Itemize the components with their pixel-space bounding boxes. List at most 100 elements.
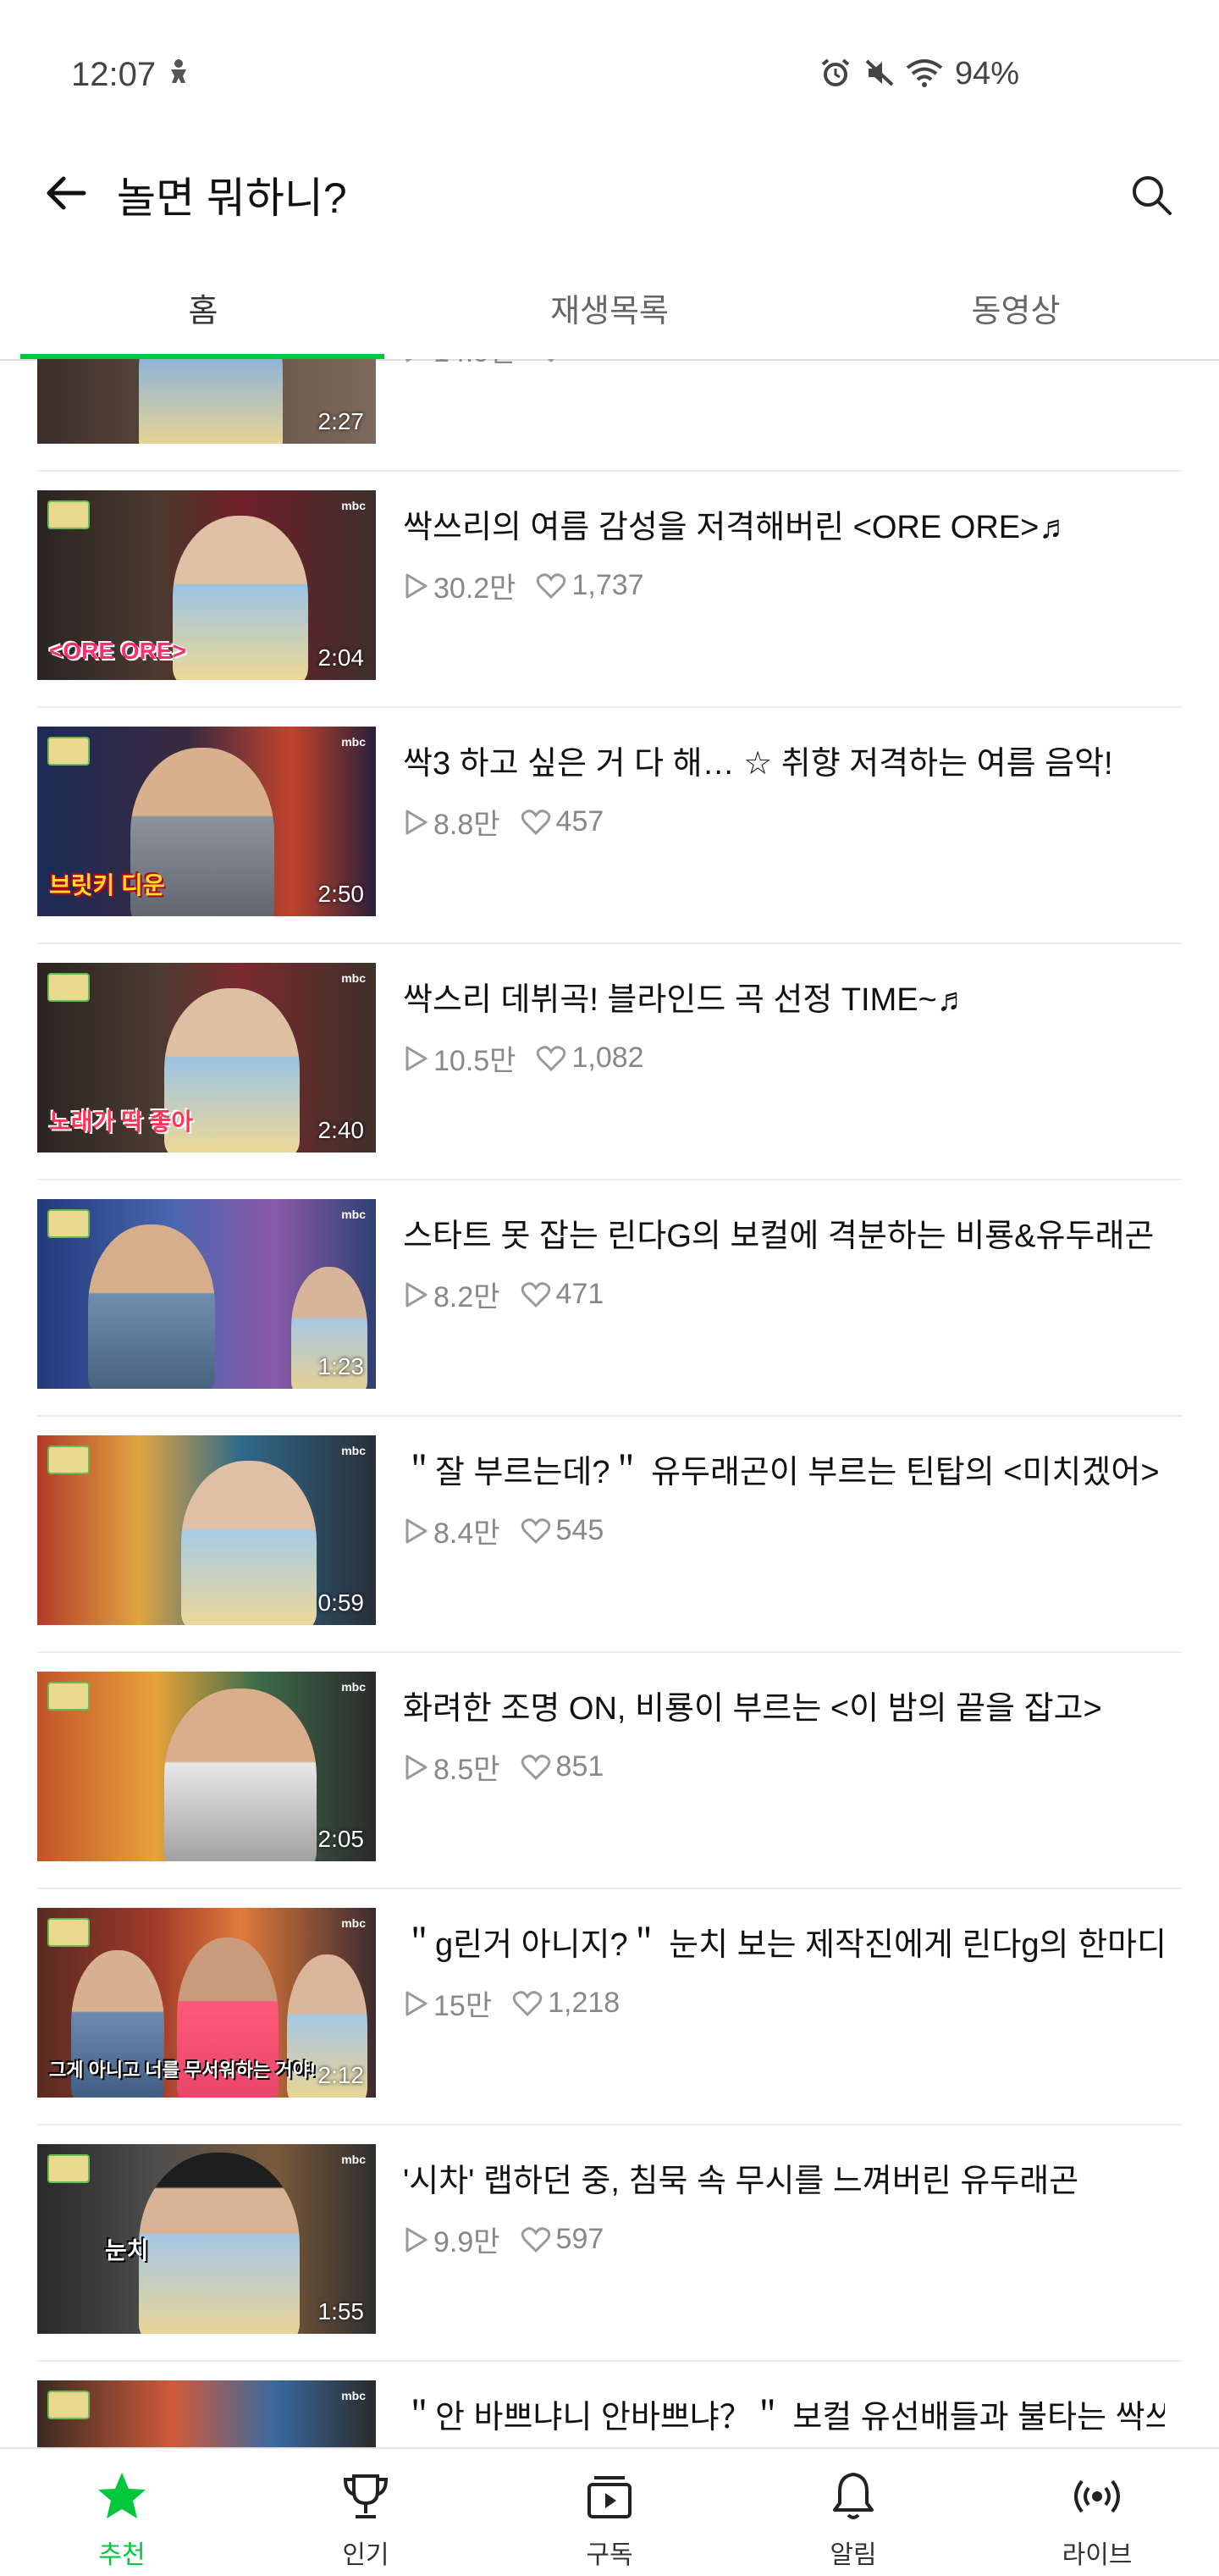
- video-stats: 8.5만 851: [403, 1746, 624, 1788]
- video-thumbnail[interactable]: mbc 노래가 딱 좋아 2:40: [37, 963, 376, 1153]
- thumbnail-caption: 브릿키 디운: [49, 872, 165, 898]
- show-logo: [47, 737, 90, 766]
- trophy-icon: [335, 2466, 396, 2527]
- nav-notifications[interactable]: 알림: [731, 2449, 975, 2576]
- show-logo: [47, 500, 90, 529]
- nav-subscriptions[interactable]: 구독: [488, 2449, 731, 2576]
- view-count: 8.5만: [433, 1754, 500, 1786]
- video-item[interactable]: mbc 2:05 화려한 조명 ON, 비룡이 부르는 <이 밤의 끝을 잡고>…: [37, 1651, 1182, 1889]
- video-item[interactable]: mbc ＂안 바쁘냐니 안바쁘냐？＂ 보컬 유선배들과 불타는 싹쓰리: [37, 2360, 1182, 2449]
- video-title[interactable]: ＂잘 부르는데?＂ 유두래곤이 부르는 틴탑의 <미치겠어>: [403, 1446, 1165, 1492]
- video-stats: 15만 1,218: [403, 1982, 640, 2024]
- video-item[interactable]: mbc 0:59 ＂잘 부르는데?＂ 유두래곤이 부르는 틴탑의 <미치겠어> …: [37, 1415, 1182, 1653]
- thumbnail-caption: 노래가 딱 좋아: [49, 1108, 194, 1135]
- heart-icon: [521, 809, 550, 835]
- video-item[interactable]: mbc 눈치 1:55 '시차' 랩하던 중, 침묵 속 무시를 느껴버린 유두…: [37, 2124, 1182, 2362]
- app-bar: 놀면 뭐하니?: [0, 127, 1219, 257]
- heart-icon: [537, 572, 566, 599]
- video-item[interactable]: mbc <ORE ORE> 2:04 싹쓰리의 여름 감성을 저격해버린 <OR…: [37, 470, 1182, 708]
- thumbnail-caption: 눈치: [105, 2237, 149, 2264]
- video-title[interactable]: ＂안 바쁘냐니 안바쁘냐？＂ 보컬 유선배들과 불타는 싹쓰리: [403, 2391, 1165, 2437]
- view-count: 15만: [433, 1990, 493, 2022]
- subscription-icon: [579, 2466, 640, 2527]
- video-item[interactable]: mbc 1:23 스타트 못 잡는 린다G의 보컬에 격분하는 비룡&유두래곤 …: [37, 1179, 1182, 1417]
- video-item[interactable]: 2:27 14.9만 894: [37, 359, 1182, 472]
- view-count: 30.2만: [433, 572, 516, 605]
- view-count: 14.9만: [433, 359, 516, 370]
- page-title: 놀면 뭐하니?: [117, 174, 347, 222]
- video-thumbnail[interactable]: mbc 0:59: [37, 1435, 376, 1625]
- bell-icon: [823, 2466, 884, 2527]
- nav-popular[interactable]: 인기: [244, 2449, 488, 2576]
- video-thumbnail[interactable]: mbc: [37, 2380, 376, 2449]
- show-logo: [47, 2391, 90, 2419]
- heart-icon: [521, 1754, 550, 1780]
- nav-label: 알림: [830, 2541, 877, 2569]
- video-duration: 2:05: [317, 1826, 365, 1852]
- video-title[interactable]: 스타트 못 잡는 린다G의 보컬에 격분하는 비룡&유두래곤: [403, 1209, 1165, 1256]
- broadcaster-logo: mbc: [341, 971, 366, 985]
- nav-recommended[interactable]: 추천: [0, 2449, 244, 2576]
- video-duration: 1:23: [317, 1353, 365, 1379]
- video-title[interactable]: '시차' 랩하던 중, 침묵 속 무시를 느껴버린 유두래곤: [403, 2154, 1165, 2201]
- show-logo: [47, 1682, 90, 1711]
- video-title[interactable]: 화려한 조명 ON, 비룡이 부르는 <이 밤의 끝을 잡고>: [403, 1682, 1165, 1728]
- video-stats: 30.2만 1,737: [403, 565, 665, 606]
- nav-live[interactable]: 라이브: [975, 2449, 1219, 2576]
- heart-icon: [537, 1045, 566, 1071]
- video-stats: 8.4만 545: [403, 1510, 624, 1551]
- show-logo: [47, 1446, 90, 1474]
- video-thumbnail[interactable]: mbc 눈치 1:55: [37, 2144, 376, 2334]
- nav-label: 구독: [586, 2541, 633, 2569]
- video-thumbnail[interactable]: mbc 그게 아니고 너를 무서워하는 거야! 2:12: [37, 1908, 376, 2098]
- tab-videos[interactable]: 동영상: [813, 256, 1219, 359]
- video-title[interactable]: 싹스리 데뷔곡! 블라인드 곡 선정 TIME~♬: [403, 973, 1165, 1020]
- video-title[interactable]: ＂g린거 아니지?＂ 눈치 보는 제작진에게 린다g의 한마디: [403, 1918, 1165, 1965]
- wifi-icon: [904, 58, 945, 92]
- video-thumbnail[interactable]: mbc 브릿키 디운 2:50: [37, 727, 376, 916]
- tab-bar: 홈 재생목록 동영상: [0, 256, 1219, 361]
- play-count-icon: [405, 810, 427, 834]
- video-duration: 2:40: [317, 1117, 365, 1143]
- like-count: 457: [555, 805, 604, 837]
- thumbnail-caption: <ORE ORE>: [49, 638, 186, 664]
- video-stats: 9.9만 597: [403, 2219, 624, 2260]
- show-logo: [47, 1209, 90, 1238]
- play-count-icon: [405, 2227, 427, 2252]
- video-thumbnail[interactable]: mbc <ORE ORE> 2:04: [37, 490, 376, 680]
- play-count-icon: [405, 1991, 427, 2015]
- like-count: 471: [555, 1278, 604, 1310]
- video-thumbnail[interactable]: mbc 2:05: [37, 1672, 376, 1861]
- broadcaster-logo: mbc: [341, 1444, 366, 1457]
- back-arrow-icon: [47, 176, 86, 210]
- video-item[interactable]: mbc 그게 아니고 너를 무서워하는 거야! 2:12 ＂g린거 아니지?＂ …: [37, 1888, 1182, 2125]
- broadcaster-logo: mbc: [341, 1916, 366, 1930]
- tab-playlist[interactable]: 재생목록: [406, 256, 813, 359]
- view-count: 8.4만: [433, 1517, 500, 1550]
- video-title[interactable]: 싹3 하고 싶은 거 다 해… ☆ 취향 저격하는 여름 음악!: [403, 737, 1165, 783]
- view-count: 10.5만: [433, 1045, 516, 1077]
- tab-home[interactable]: 홈: [0, 256, 406, 359]
- play-count-icon: [405, 1755, 427, 1779]
- like-count: 1,737: [571, 569, 644, 601]
- video-stats: 8.8만 457: [403, 801, 624, 843]
- video-item[interactable]: mbc 브릿키 디운 2:50 싹3 하고 싶은 거 다 해… ☆ 취향 저격하…: [37, 706, 1182, 944]
- broadcaster-logo: mbc: [341, 2153, 366, 2166]
- video-thumbnail[interactable]: mbc 1:23: [37, 1199, 376, 1389]
- video-duration: 2:04: [317, 644, 365, 671]
- video-thumbnail[interactable]: 2:27: [37, 359, 376, 444]
- back-button[interactable]: [34, 161, 98, 225]
- search-button[interactable]: [1117, 161, 1185, 229]
- nav-label: 라이브: [1062, 2541, 1133, 2569]
- status-bar: 12:07 94%: [0, 0, 1219, 127]
- heart-icon: [521, 2226, 550, 2253]
- broadcaster-logo: mbc: [341, 499, 366, 512]
- like-count: 1,218: [548, 1987, 621, 2019]
- video-title[interactable]: 싹쓰리의 여름 감성을 저격해버린 <ORE ORE>♬: [403, 500, 1165, 547]
- video-duration: 2:50: [317, 881, 365, 907]
- video-item[interactable]: mbc 노래가 딱 좋아 2:40 싹스리 데뷔곡! 블라인드 곡 선정 TIM…: [37, 943, 1182, 1180]
- broadcaster-logo: mbc: [341, 1680, 366, 1694]
- broadcaster-logo: mbc: [341, 1208, 366, 1221]
- video-duration: 2:27: [317, 408, 365, 434]
- video-list[interactable]: 2:27 14.9만 894 mbc <ORE ORE> 2:04 싹쓰리의 여…: [0, 359, 1219, 2449]
